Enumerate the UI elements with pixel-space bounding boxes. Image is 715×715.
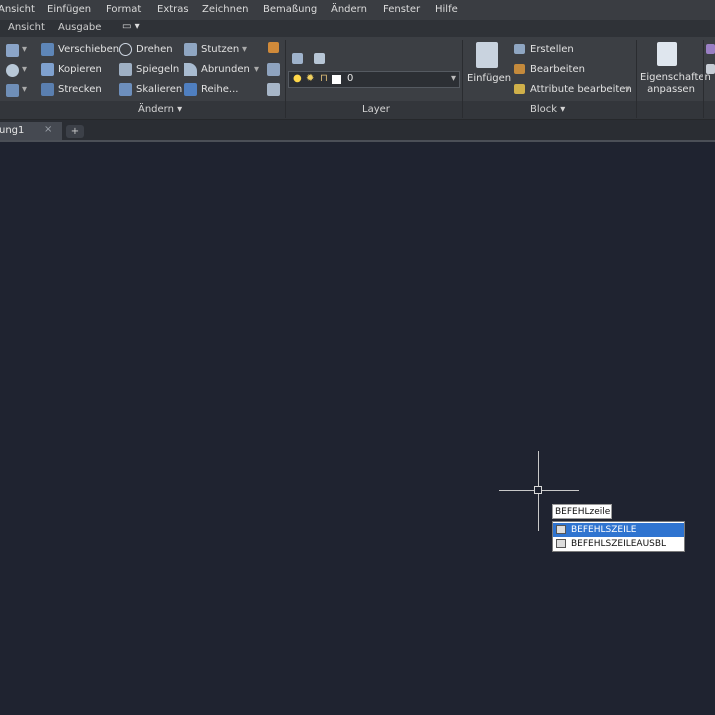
document-tab[interactable]: ung1 × (0, 122, 62, 140)
panel-title-bar (0, 101, 715, 119)
color-wheel-icon[interactable] (706, 44, 715, 54)
lineweight-icon[interactable] (706, 64, 715, 74)
scale-button[interactable]: Skalieren (136, 84, 182, 95)
fillet-icon (184, 63, 197, 76)
move-button[interactable]: Verschieben (58, 44, 119, 55)
dropdown-arrow-icon[interactable]: ▾ (22, 44, 27, 55)
tab-ausgabe[interactable]: Ausgabe (58, 22, 101, 33)
match-properties-label-line2: anpassen (647, 84, 695, 95)
block-panel-title[interactable]: Block ▾ (530, 104, 565, 115)
menu-ansicht[interactable]: Ansicht (0, 4, 35, 15)
fillet-dropdown-icon[interactable]: ▾ (254, 64, 259, 75)
create-block-icon (514, 44, 525, 54)
layer-properties-icon[interactable] (292, 53, 303, 64)
ribbon-options-icon[interactable]: ▭ ▾ (122, 21, 140, 32)
modify-panel-title[interactable]: Ändern ▾ (138, 104, 182, 115)
array-button[interactable]: Reihe... (201, 84, 238, 95)
plus-icon: + (70, 126, 80, 137)
autocomplete-item-label: BEFEHLSZEILE (571, 525, 637, 535)
edit-block-button[interactable]: Bearbeiten (530, 64, 585, 75)
trim-button[interactable]: Stutzen (201, 44, 239, 55)
command-icon (556, 539, 566, 548)
ribbon-tab-row: Ansicht Ausgabe ▭ ▾ (0, 20, 715, 37)
menu-zeichnen[interactable]: Zeichnen (202, 4, 248, 15)
edit-block-icon (514, 64, 525, 74)
offset-icon[interactable] (267, 83, 280, 96)
layer-name: 0 (347, 73, 354, 84)
menu-extras[interactable]: Extras (157, 4, 189, 15)
region-icon[interactable] (6, 84, 19, 97)
menu-hilfe[interactable]: Hilfe (435, 4, 458, 15)
document-tab-bar (0, 120, 715, 142)
document-tab-label: ung1 (0, 125, 25, 136)
menu-fenster[interactable]: Fenster (383, 4, 420, 15)
tab-ansicht[interactable]: Ansicht (8, 22, 45, 33)
menu-format[interactable]: Format (106, 4, 141, 15)
autocomplete-list: BEFEHLSZEILE BEFEHLSZEILEAUSBL (552, 521, 685, 552)
chevron-down-icon: ▾ (451, 73, 457, 84)
pickbox-icon (534, 486, 542, 494)
stretch-icon (41, 83, 54, 96)
eye-icon[interactable] (6, 64, 19, 77)
panel-divider (703, 40, 704, 118)
trim-dropdown-icon[interactable]: ▾ (242, 44, 247, 55)
attributes-dropdown-icon[interactable]: ▾ (625, 84, 630, 95)
insert-button[interactable]: Einfügen (467, 73, 511, 84)
panel-divider (462, 40, 463, 118)
menu-einfuegen[interactable]: Einfügen (47, 4, 91, 15)
menu-aendern[interactable]: Ändern (331, 4, 367, 15)
rotate-button[interactable]: Drehen (136, 44, 173, 55)
dropdown-arrow-icon[interactable]: ▾ (22, 64, 27, 75)
copy-button[interactable]: Kopieren (58, 64, 102, 75)
dropdown-arrow-icon[interactable]: ▾ (22, 84, 27, 95)
layer-panel-title[interactable]: Layer (362, 104, 390, 115)
autocomplete-item[interactable]: BEFEHLSZEILEAUSBL (553, 537, 684, 551)
scale-icon (119, 83, 132, 96)
array-icon (184, 83, 197, 96)
create-block-button[interactable]: Erstellen (530, 44, 574, 55)
trim-icon (184, 43, 197, 56)
layer-dropdown[interactable]: ● ✹ ⊓ 0 ▾ (288, 71, 460, 88)
rectangle-icon[interactable] (6, 44, 19, 57)
mirror-icon (119, 63, 132, 76)
edit-attributes-button[interactable]: Attribute bearbeiten (530, 84, 632, 95)
autocomplete-item-label: BEFEHLSZEILEAUSBL (571, 539, 667, 549)
edit-attributes-icon (514, 84, 525, 94)
fillet-button[interactable]: Abrunden (201, 64, 250, 75)
layer-state-icon[interactable] (314, 53, 325, 64)
erase-icon[interactable] (268, 42, 279, 53)
copy-icon (41, 63, 54, 76)
menu-bemassung[interactable]: Bemaßung (263, 4, 317, 15)
close-icon[interactable]: × (44, 124, 52, 135)
insert-block-icon (476, 42, 498, 68)
command-icon (556, 525, 566, 534)
lightbulb-icon: ● (293, 73, 302, 84)
explode-icon[interactable] (267, 63, 280, 76)
lock-icon: ⊓ (320, 73, 328, 84)
menu-bar: Ansicht Einfügen Format Extras Zeichnen … (0, 0, 715, 21)
layer-color-swatch (332, 75, 341, 84)
stretch-button[interactable]: Strecken (58, 84, 102, 95)
match-properties-button[interactable]: Eigenschaften anpassen (640, 72, 711, 96)
panel-divider (285, 40, 286, 118)
sun-icon: ✹ (306, 73, 315, 84)
panel-divider (636, 40, 637, 118)
move-icon (41, 43, 54, 56)
rotate-icon (119, 43, 132, 56)
mirror-button[interactable]: Spiegeln (136, 64, 179, 75)
new-tab-button[interactable]: + (66, 125, 84, 138)
match-properties-label-line1: Eigenschaften (640, 72, 711, 83)
autocomplete-item[interactable]: BEFEHLSZEILE (553, 523, 684, 537)
drawing-canvas[interactable] (0, 142, 715, 715)
command-input[interactable]: BEFEHLzeile (552, 504, 612, 519)
match-properties-icon (657, 42, 677, 66)
